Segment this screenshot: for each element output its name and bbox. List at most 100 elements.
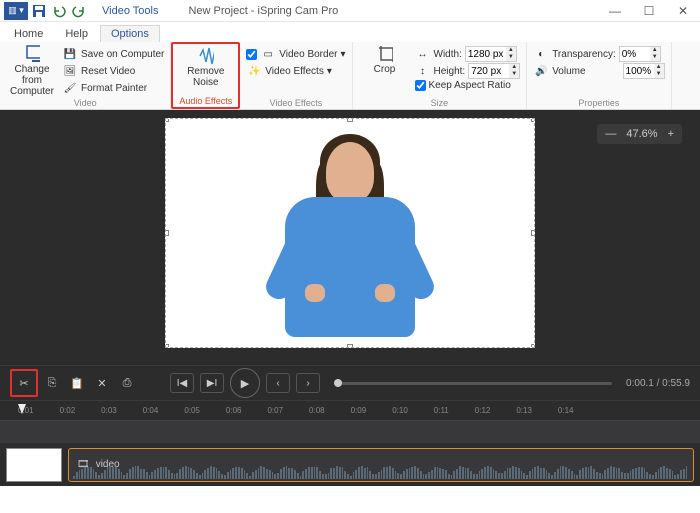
maximize-button[interactable]: ☐: [632, 0, 666, 22]
keep-aspect-checkbox[interactable]: Keep Aspect Ratio: [415, 80, 521, 91]
play-button[interactable]: ▶: [230, 368, 260, 398]
resize-handle[interactable]: [347, 344, 353, 348]
crop-icon: [377, 46, 393, 62]
group-audio-effects: Remove Noise Audio Effects: [171, 42, 240, 109]
group-size: Crop ↔ Width: ▲▼ ↕ Height: ▲▼ Keep Aspec…: [353, 42, 528, 109]
ribbon: Change from Computer 💾Save on Computer 🖼…: [0, 42, 700, 110]
tab-help[interactable]: Help: [55, 26, 98, 42]
ruler-tick: 0:13: [516, 406, 532, 415]
width-spinner[interactable]: ▲▼: [465, 46, 517, 62]
seek-bar[interactable]: [334, 382, 612, 385]
timeline-ruler[interactable]: 0:010:020:030:040:050:060:070:080:090:10…: [0, 400, 700, 420]
video-track: 🎞 video: [0, 442, 700, 486]
crop-button[interactable]: Crop: [359, 44, 411, 75]
save-icon[interactable]: [30, 2, 48, 20]
tab-home[interactable]: Home: [4, 26, 53, 42]
video-clip[interactable]: 🎞 video: [68, 448, 694, 482]
format-painter-button[interactable]: 🖌Format Painter: [62, 80, 164, 96]
clip-thumbnail[interactable]: [6, 448, 62, 482]
zoom-in-button[interactable]: +: [668, 128, 674, 140]
paste-button[interactable]: 📋: [66, 372, 88, 394]
width-field: ↔ Width: ▲▼: [415, 46, 521, 62]
ruler-tick: 0:12: [475, 406, 491, 415]
remove-noise-button[interactable]: Remove Noise: [180, 46, 232, 88]
resize-handle[interactable]: [531, 230, 535, 236]
height-icon: ↕: [415, 63, 431, 79]
track-spacer: [0, 420, 700, 442]
video-effects-button[interactable]: ✨Video Effects▾: [246, 63, 345, 79]
video-canvas[interactable]: [165, 118, 535, 348]
zoom-out-button[interactable]: —: [605, 128, 616, 140]
group-properties: ◐ Transparency: ▲▼ 🔊 Volume ▲▼ Propertie…: [527, 42, 671, 109]
height-field: ↕ Height: ▲▼: [415, 63, 521, 79]
save-icon: 💾: [62, 46, 78, 62]
group-label-videoeffects: Video Effects: [270, 98, 323, 108]
waveform: [69, 467, 693, 479]
save-on-computer-button[interactable]: 💾Save on Computer: [62, 46, 164, 62]
group-label-video: Video: [74, 98, 97, 108]
group-video: Change from Computer 💾Save on Computer 🖼…: [0, 42, 171, 109]
qat-menu-button[interactable]: ▥ ▾: [4, 2, 28, 20]
ruler-tick: 0:04: [143, 406, 159, 415]
step-fwd-button[interactable]: ›: [296, 373, 320, 393]
ruler-tick: 0:11: [434, 406, 449, 415]
change-from-computer-button[interactable]: Change from Computer: [6, 44, 58, 97]
resize-handle[interactable]: [165, 230, 169, 236]
zoom-control: — 47.6% +: [597, 124, 682, 144]
resize-handle[interactable]: [531, 344, 535, 348]
ruler-tick: 0:05: [184, 406, 200, 415]
transparency-icon: ◐: [533, 46, 549, 62]
group-label-size: Size: [431, 98, 449, 108]
step-back-button[interactable]: ‹: [266, 373, 290, 393]
playback-bar: ✂ ⎘ 📋 ✕ ⎙ I◀ ▶I ▶ ‹ › 0:00.1 / 0:55.9: [0, 365, 700, 400]
volume-spinner[interactable]: ▲▼: [623, 63, 665, 79]
preview-stage: — 47.6% +: [0, 110, 700, 365]
paint-icon: 🖌: [62, 80, 78, 96]
ruler-tick: 0:10: [392, 406, 408, 415]
dropdown-icon[interactable]: ▾: [340, 49, 345, 60]
window-title: New Project - iSpring Cam Pro: [168, 5, 598, 17]
delete-button[interactable]: ✕: [91, 372, 113, 394]
group-label-properties: Properties: [578, 98, 619, 108]
contextual-tab-label: Video Tools: [92, 5, 168, 17]
copy-button[interactable]: ⎘: [41, 372, 63, 394]
quick-access-toolbar: ▥ ▾: [0, 2, 92, 20]
group-label-audio: Audio Effects: [179, 96, 232, 106]
down-arrow-icon[interactable]: ▼: [506, 54, 516, 61]
video-border-toggle[interactable]: ▭Video Border▾: [246, 46, 345, 62]
remove-noise-label: Remove Noise: [180, 66, 232, 88]
ribbon-tabs: Home Help Options: [0, 22, 700, 42]
change-from-computer-label: Change from Computer: [6, 64, 58, 97]
transparency-spinner[interactable]: ▲▼: [619, 46, 661, 62]
width-icon: ↔: [415, 46, 431, 62]
resize-handle[interactable]: [165, 344, 169, 348]
up-arrow-icon[interactable]: ▲: [509, 64, 519, 71]
computer-icon: [24, 46, 40, 62]
close-button[interactable]: ✕: [666, 0, 700, 22]
cut-button[interactable]: ✂: [13, 372, 35, 394]
ruler-tick: 0:14: [558, 406, 574, 415]
reset-video-button[interactable]: 🖼Reset Video: [62, 63, 164, 79]
reset-icon: 🖼: [62, 63, 78, 79]
resize-handle[interactable]: [347, 118, 353, 122]
minimize-button[interactable]: —: [598, 0, 632, 22]
down-arrow-icon[interactable]: ▼: [509, 71, 519, 78]
resize-handle[interactable]: [531, 118, 535, 122]
ruler-tick: 0:06: [226, 406, 242, 415]
ruler-tick: 0:03: [101, 406, 117, 415]
redo-icon[interactable]: [70, 2, 88, 20]
undo-icon[interactable]: [50, 2, 68, 20]
next-frame-button[interactable]: ▶I: [200, 373, 224, 393]
window-controls: — ☐ ✕: [598, 0, 700, 22]
up-arrow-icon[interactable]: ▲: [506, 47, 516, 54]
resize-handle[interactable]: [165, 118, 169, 122]
zoom-level: 47.6%: [626, 128, 657, 140]
dropdown-icon[interactable]: ▾: [327, 66, 332, 77]
border-icon: ▭: [260, 46, 276, 62]
ruler-tick: 0:09: [351, 406, 367, 415]
split-button[interactable]: ⎙: [116, 372, 138, 394]
tab-options[interactable]: Options: [100, 25, 160, 42]
time-display: 0:00.1 / 0:55.9: [626, 378, 690, 389]
prev-frame-button[interactable]: I◀: [170, 373, 194, 393]
height-spinner[interactable]: ▲▼: [468, 63, 520, 79]
